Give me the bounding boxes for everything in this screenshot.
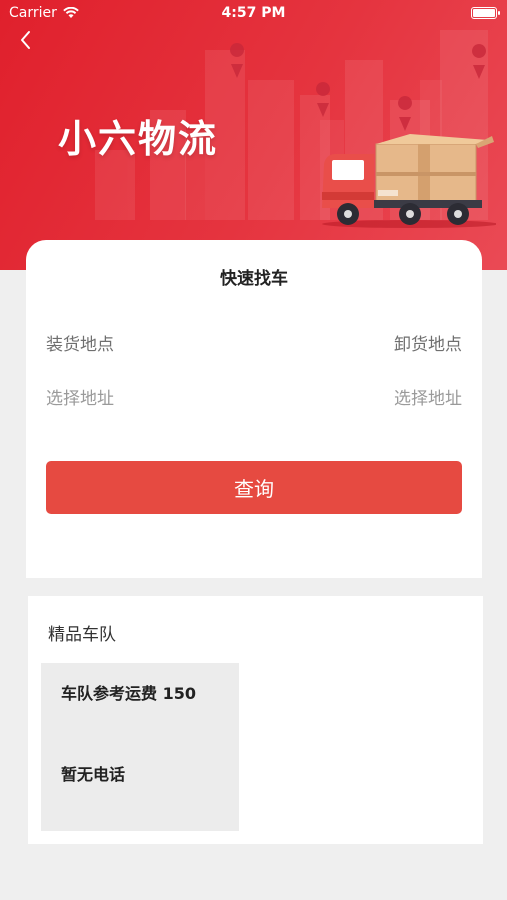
battery-icon [471,7,500,19]
load-location-label: 装货地点 [46,335,114,355]
unload-location-label: 卸货地点 [394,335,462,355]
fleet-section-title: 精品车队 [48,625,116,645]
truck-illustration [322,134,496,228]
query-button[interactable]: 查询 [46,461,462,514]
unload-address-select[interactable]: 选择地址 [394,384,462,409]
status-bar: Carrier 4:57 PM [0,0,507,26]
fleet-price: 车队参考运费 150 [61,684,196,703]
premium-fleet-section: 精品车队 车队参考运费 150 暂无电话 [28,596,483,844]
fleet-card[interactable]: 车队参考运费 150 暂无电话 [41,663,239,831]
status-time: 4:57 PM [221,5,286,21]
hero-banner: Carrier 4:57 PM 小六物流 [0,0,507,270]
fleet-phone: 暂无电话 [61,765,126,784]
load-address-select[interactable]: 选择地址 [46,384,114,409]
back-arrow-icon[interactable] [14,28,38,52]
brand-title: 小六物流 [58,117,219,161]
quick-search-title: 快速找车 [220,269,288,289]
quick-search-card: 快速找车 装货地点 卸货地点 选择地址 选择地址 查询 [26,240,482,578]
